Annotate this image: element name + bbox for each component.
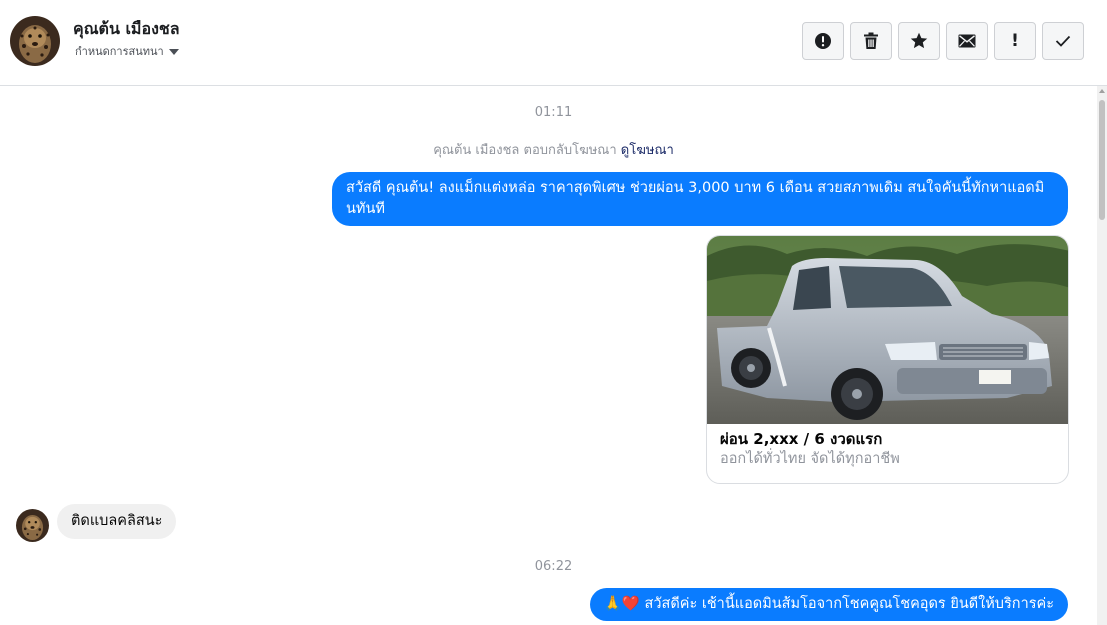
- caret-down-icon: [168, 49, 179, 55]
- report-spam-button[interactable]: [802, 22, 844, 60]
- alert-circle-icon: [815, 33, 831, 49]
- ad-subtitle: ออกได้ทั่วไทย จัดได้ทุกอาชีพ: [720, 451, 900, 467]
- view-ad-link[interactable]: ดูโฆษณา: [621, 143, 674, 158]
- incoming-message: ติดแบลคลิสนะ: [57, 504, 177, 539]
- ad-image: [707, 236, 1068, 424]
- star-button[interactable]: [898, 22, 940, 60]
- assign-conversation-label: กำหนดการสนทนา: [75, 45, 164, 58]
- envelope-icon: [958, 34, 976, 48]
- scroll-up-arrow-icon[interactable]: [1099, 89, 1105, 93]
- message-timestamp: 06:22: [534, 559, 573, 574]
- check-icon: [1055, 35, 1071, 47]
- outgoing-message: 🙏❤️ สวัสดีค่ะ เช้านี้แอดมินส้มโอจากโชคคู…: [589, 588, 1068, 621]
- delete-button[interactable]: [850, 22, 892, 60]
- outgoing-message: สวัสดี คุณต้น! ลงแม็กแต่งหล่อ ราคาสุดพิเ…: [332, 172, 1068, 226]
- contact-avatar-small[interactable]: [16, 509, 49, 542]
- conversation-toolbar: !: [802, 22, 1084, 60]
- thread-scrollbar[interactable]: [1097, 86, 1107, 625]
- scroll-thumb[interactable]: [1099, 100, 1105, 220]
- conversation-header: คุณต้น เมืองชล กำหนดการสนทนา !: [0, 0, 1107, 86]
- mark-done-button[interactable]: [1042, 22, 1084, 60]
- mark-unread-button[interactable]: [946, 22, 988, 60]
- ad-reply-note-text: คุณต้น เมืองชล ตอบกลับโฆษณา: [433, 143, 617, 158]
- contact-name: คุณต้น เมืองชล: [73, 19, 180, 38]
- contact-avatar[interactable]: [10, 16, 60, 66]
- ad-card[interactable]: ผ่อน 2,xxx / 6 งวดแรก ออกได้ทั่วไทย จัดไ…: [706, 235, 1069, 484]
- star-icon: [910, 32, 928, 49]
- trash-icon: [864, 32, 878, 49]
- assign-conversation-dropdown[interactable]: กำหนดการสนทนา: [75, 42, 179, 60]
- exclamation-icon: !: [1011, 31, 1019, 51]
- message-timestamp: 01:11: [534, 105, 573, 120]
- follow-up-button[interactable]: !: [994, 22, 1036, 60]
- message-thread: 01:11 คุณต้น เมืองชล ตอบกลับโฆษณา ดูโฆษณ…: [0, 86, 1097, 625]
- ad-reply-note: คุณต้น เมืองชล ตอบกลับโฆษณา ดูโฆษณา: [0, 139, 1097, 160]
